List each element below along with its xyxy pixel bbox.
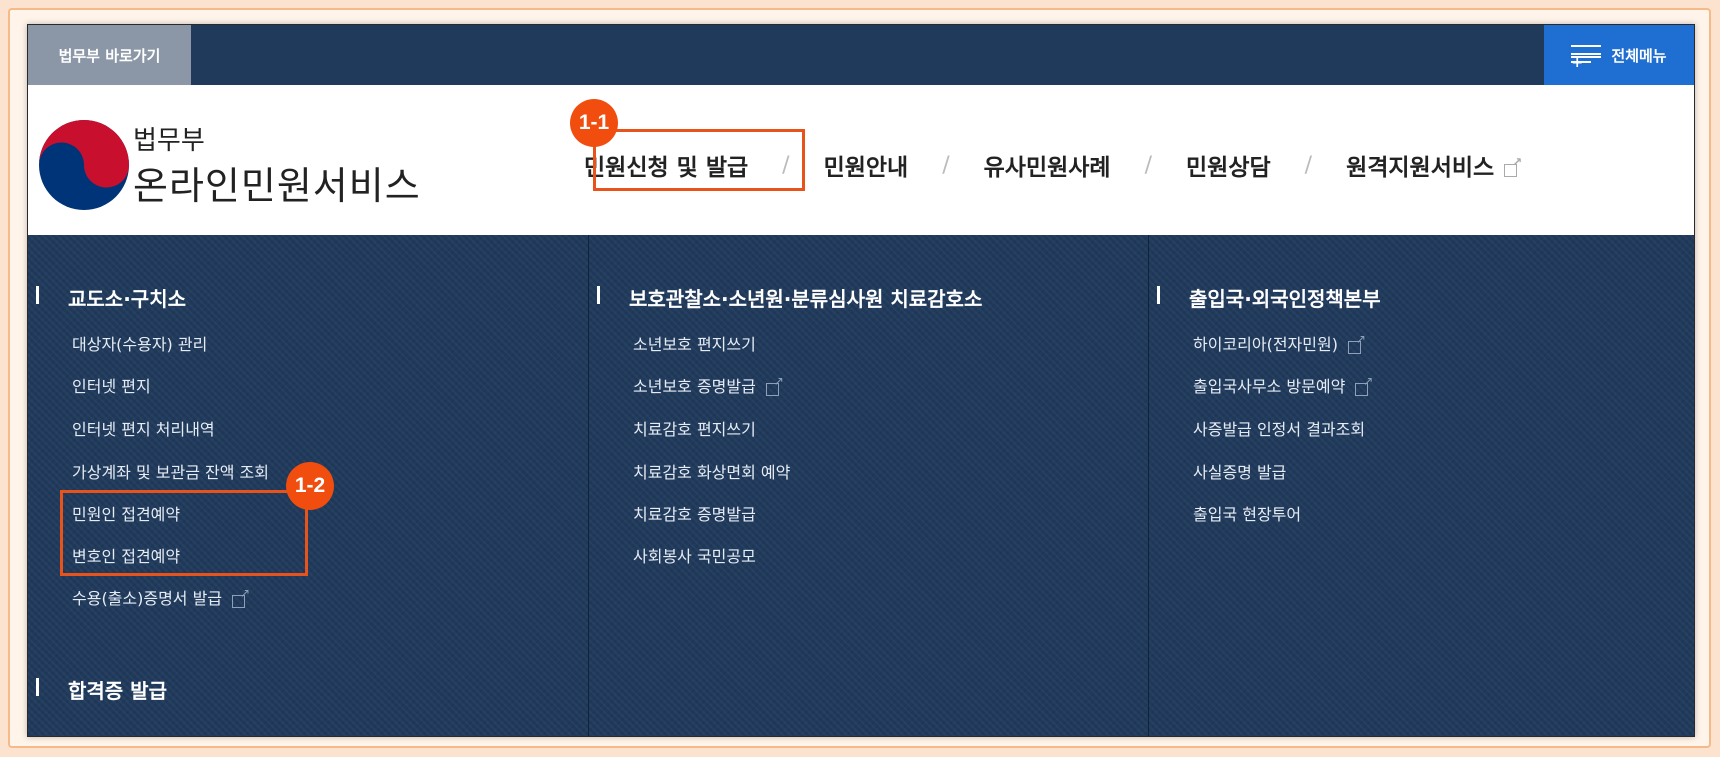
top-utility-bar: 법무부 바로가기 + 전체메뉴 [28, 25, 1694, 85]
menu-link-label: 소년보호 증명발급 [633, 377, 756, 396]
menu-link[interactable]: 출입국사무소 방문예약 [1193, 373, 1373, 397]
menu-link[interactable]: 치료감호 화상면회 예약 [633, 459, 790, 483]
menu-link[interactable]: 수용(출소)증명서 발급 [72, 585, 250, 609]
menu-link[interactable]: 사실증명 발급 [1193, 459, 1286, 483]
annotation-badge: 1-2 [286, 462, 334, 510]
site-header: 법무부 온라인민원서비스 민원신청 및 발급 / 민원안내 / 유사민원사례 /… [28, 85, 1694, 253]
annotation-highlight-box [60, 490, 308, 576]
menu-link[interactable]: 소년보호 증명발급 [633, 373, 784, 397]
menu-link[interactable]: 인터넷 편지 처리내역 [72, 416, 215, 440]
external-link-icon [765, 374, 784, 396]
nav-separator: / [1144, 152, 1153, 178]
menu-link[interactable]: 출입국 현장투어 [1193, 501, 1301, 525]
browser-viewport: 법무부 바로가기 + 전체메뉴 법무부 온라인민원서비스 민원신청 및 발급 /… [27, 24, 1695, 737]
external-link-icon [1347, 332, 1366, 354]
annotation-highlight-box [593, 129, 805, 191]
all-menu-button[interactable]: + 전체메뉴 [1544, 25, 1694, 85]
external-link-icon [232, 586, 250, 608]
menu-link[interactable]: 하이코리아(전자민원) [1193, 331, 1366, 355]
logo-subtitle: 법무부 [133, 126, 205, 156]
nav-item-consulting[interactable]: 민원상담 [1186, 148, 1271, 182]
annotation-badge: 1-1 [570, 99, 618, 147]
moj-shortcut-button[interactable]: 법무부 바로가기 [28, 25, 191, 85]
menu-link-label: 수용(출소)증명서 발급 [72, 589, 223, 608]
logo-title[interactable]: 온라인민원서비스 [133, 155, 421, 210]
menu-link-label: 하이코리아(전자민원) [1193, 335, 1338, 354]
column-heading: 합격증 발급 [36, 675, 167, 704]
menu-column-immigration: 출입국·외국인정책본부 하이코리아(전자민원) 출입국사무소 방문예약 사증발급… [1148, 235, 1694, 736]
column-heading: 출입국·외국인정책본부 [1157, 283, 1381, 312]
nav-item-guide[interactable]: 민원안내 [824, 148, 909, 182]
menu-link[interactable]: 사회봉사 국민공모 [633, 543, 756, 567]
nav-item-similar-cases[interactable]: 유사민원사례 [984, 148, 1111, 182]
menu-link-label: 출입국사무소 방문예약 [1193, 377, 1346, 396]
government-emblem-icon[interactable] [34, 115, 134, 215]
menu-icon: + [1571, 43, 1602, 70]
menu-link[interactable]: 가상계좌 및 보관금 잔액 조회 [72, 459, 269, 483]
menu-link[interactable]: 대상자(수용자) 관리 [72, 331, 207, 355]
menu-link[interactable]: 인터넷 편지 [72, 373, 151, 397]
all-menu-label: 전체메뉴 [1611, 46, 1667, 65]
menu-column-probation: 보호관찰소·소년원·분류심사원 치료감호소 소년보호 편지쓰기 소년보호 증명발… [588, 235, 1148, 736]
external-link-icon [1504, 155, 1522, 177]
menu-link[interactable]: 사증발급 인정서 결과조회 [1193, 416, 1365, 440]
nav-separator: / [1304, 152, 1313, 178]
external-link-icon [1355, 374, 1373, 396]
nav-separator: / [942, 152, 950, 178]
menu-link[interactable]: 치료감호 편지쓰기 [633, 416, 756, 440]
nav-item-remote-support-label: 원격지원서비스 [1346, 155, 1495, 181]
column-heading: 보호관찰소·소년원·분류심사원 치료감호소 [596, 283, 982, 312]
nav-item-remote-support[interactable]: 원격지원서비스 [1346, 148, 1522, 182]
mega-menu-panel: 교도소·구치소 대상자(수용자) 관리 인터넷 편지 인터넷 편지 처리내역 가… [28, 235, 1694, 736]
menu-link[interactable]: 치료감호 증명발급 [633, 501, 756, 525]
column-heading: 교도소·구치소 [36, 283, 186, 312]
menu-link[interactable]: 소년보호 편지쓰기 [633, 331, 756, 355]
